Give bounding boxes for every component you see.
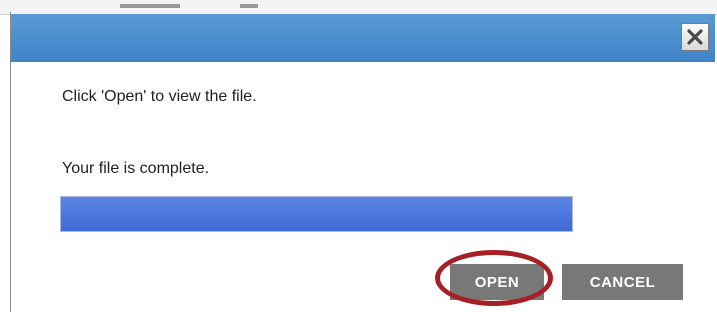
close-icon (687, 29, 703, 45)
file-ready-dialog: Click 'Open' to view the file. Your file… (11, 14, 715, 312)
open-button[interactable]: OPEN (450, 264, 544, 300)
cancel-button[interactable]: CANCEL (562, 264, 683, 300)
background-window-strip (0, 0, 717, 15)
status-text: Your file is complete. (62, 160, 210, 177)
background-mark (120, 4, 180, 8)
dialog-titlebar (11, 14, 715, 62)
progress-bar-fill (61, 197, 572, 231)
close-button[interactable] (681, 23, 709, 51)
screenshot-frame: Click 'Open' to view the file. Your file… (0, 0, 717, 312)
dialog-message: Click 'Open' to view the file. (62, 88, 257, 105)
background-mark (240, 4, 258, 8)
progress-bar (60, 196, 573, 232)
